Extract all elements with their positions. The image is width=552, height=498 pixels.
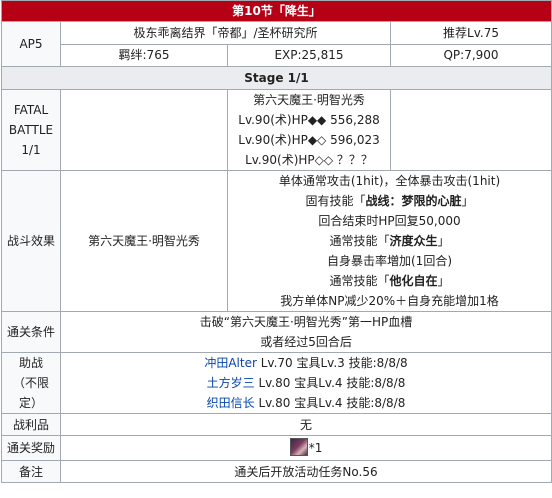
stage-header: Stage 1/1: [0, 66, 552, 90]
enemy-hp-line: Lv.90(术)HP◆◇ 596,023: [238, 133, 380, 147]
battle-empty-cell: [389, 89, 552, 171]
drops-label: 战利品: [1, 413, 61, 436]
reward-item-icon[interactable]: [289, 438, 308, 456]
skill-name: 济度众生: [389, 234, 438, 248]
note-label: 备注: [1, 460, 61, 483]
reward-label: 通关奖励: [1, 435, 61, 461]
skill-name: 他化自在: [389, 274, 438, 288]
qp-reward: QP:7,900: [389, 43, 552, 67]
exp-reward: EXP:25,815: [227, 43, 391, 67]
effects-enemy-name: 第六天魔王·明智光秀: [60, 170, 228, 312]
clear-line: 或者经过5回合后: [260, 335, 352, 349]
effects-label: 战斗效果: [1, 170, 61, 312]
support-row: 土方岁三 Lv.80 宝具Lv.4 技能:8/8/8: [206, 376, 406, 390]
clear-line: 击破“第六天魔王·明智光秀”第一HP血槽: [199, 315, 413, 329]
enemy-hp-line: Lv.90(术)HP◆◆ 556,288: [238, 113, 380, 127]
drops-value: 无: [59, 413, 552, 436]
support-label: 助战 （不限 定）: [1, 352, 61, 414]
support-row: 冲田Alter Lv.70 宝具Lv.3 技能:8/8/8: [204, 356, 408, 370]
support-servant-link[interactable]: 冲田Alter: [204, 356, 257, 370]
note-value: 通关后开放活动任务No.56: [59, 460, 552, 483]
effect-line: 通常技能「他化自在」: [329, 274, 450, 288]
battle-empty-cell: [60, 89, 228, 171]
support-servant-link[interactable]: 织田信长: [207, 396, 255, 410]
skill-name: 战线：梦限的心脏: [365, 194, 462, 208]
battle-label-line: FATAL: [13, 103, 49, 117]
effect-line: 固有技能「战线：梦限的心脏」: [305, 194, 474, 208]
support-list: 冲田Alter Lv.70 宝具Lv.3 技能:8/8/8 土方岁三 Lv.80…: [59, 352, 552, 414]
effect-line: 我方单体NP减少20%＋自身充能增加1格: [280, 294, 499, 308]
battle-label-line: BATTLE: [8, 123, 54, 137]
effect-line: 通常技能「济度众生」: [329, 234, 450, 248]
clear-label: 通关条件: [1, 311, 61, 353]
quest-title: 第10节「降生」: [0, 0, 552, 22]
ap-cost: AP5: [1, 21, 61, 67]
quest-location: 极东乖离结界「帝都」/圣杯研究所: [60, 21, 391, 45]
enemy-name: 第六天魔王·明智光秀: [253, 93, 365, 107]
reward-value: *1: [59, 435, 552, 461]
support-label-line: （不限: [12, 376, 49, 390]
enemy-info: 第六天魔王·明智光秀 Lv.90(术)HP◆◆ 556,288 Lv.90(术)…: [227, 89, 391, 171]
enemy-hp-line: Lv.90(术)HP◇◇ ？？？: [245, 153, 373, 167]
recommend-level: 推荐Lv.75: [389, 21, 552, 45]
clear-conditions: 击破“第六天魔王·明智光秀”第一HP血槽 或者经过5回合后: [59, 311, 552, 353]
support-servant-link[interactable]: 土方岁三: [207, 376, 255, 390]
bond-reward: 羁绊:765: [60, 43, 228, 67]
reward-count: *1: [308, 441, 323, 455]
support-row: 织田信长 Lv.80 宝具Lv.4 技能:8/8/8: [206, 396, 406, 410]
battle-label-line: 1/1: [21, 143, 41, 157]
effect-line: 回合结束时HP回复50,000: [318, 214, 461, 228]
effect-line: 单体通常攻击(1hit)，全体暴击攻击(1hit): [278, 174, 501, 188]
effect-line: 自身暴击率増加(1回合): [327, 254, 452, 268]
support-label-line: 定）: [18, 396, 43, 410]
battle-label: FATAL BATTLE 1/1: [1, 89, 61, 171]
support-label-line: 助战: [18, 356, 43, 370]
quest-table: 第10节「降生」 AP5 极东乖离结界「帝都」/圣杯研究所 推荐Lv.75 羁绊…: [0, 0, 552, 483]
effects-detail: 单体通常攻击(1hit)，全体暴击攻击(1hit) 固有技能「战线：梦限的心脏」…: [226, 170, 552, 312]
